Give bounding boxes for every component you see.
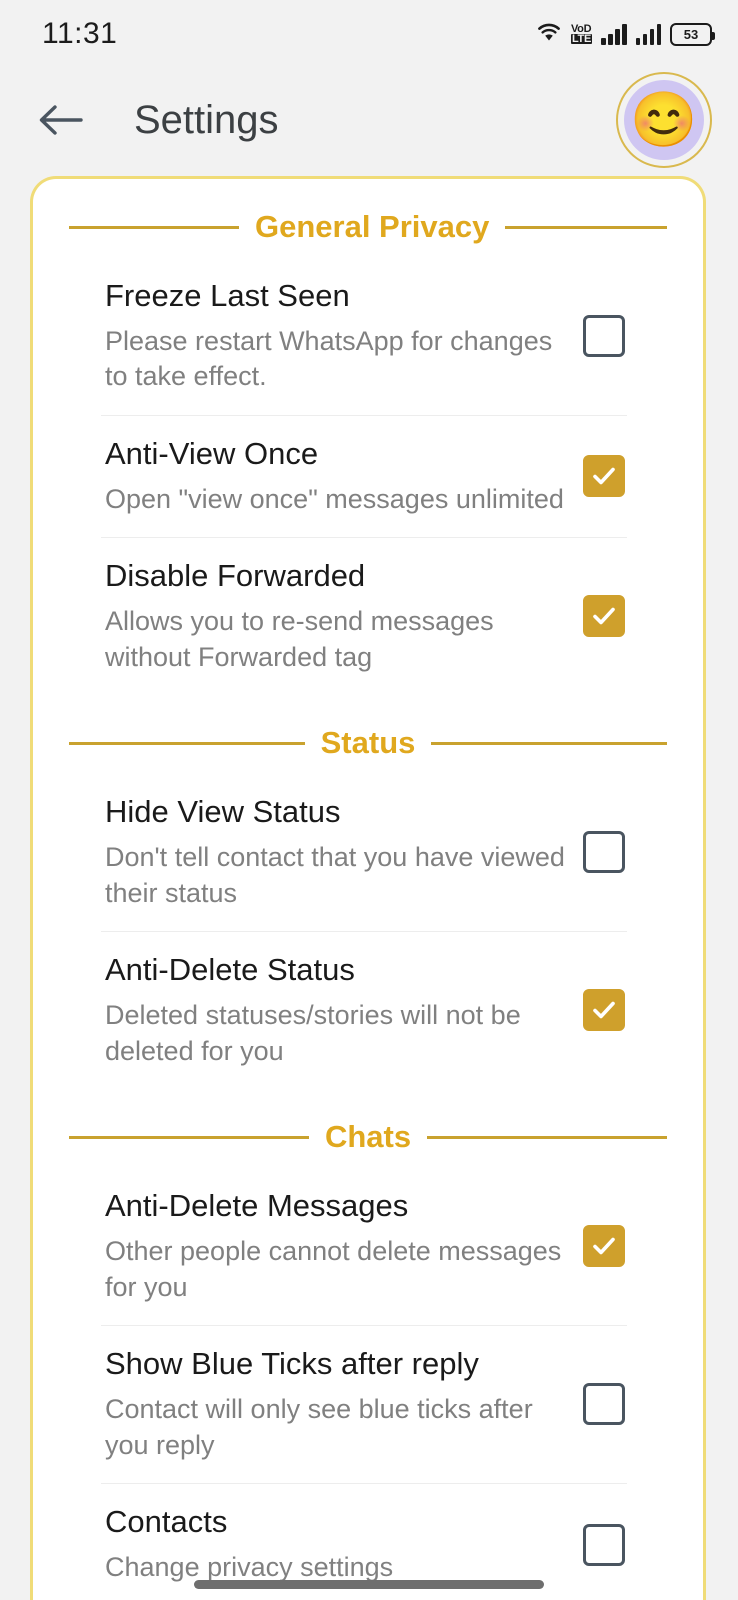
signal-bars-icon-1 — [601, 23, 627, 45]
section-rule-right — [427, 1135, 668, 1139]
back-arrow-icon[interactable] — [34, 94, 86, 146]
row-title: Contacts — [105, 1504, 228, 1540]
row-subtitle: Please restart WhatsApp for changes to t… — [105, 325, 553, 392]
section-rule-right — [505, 225, 667, 229]
avatar[interactable]: 😊 — [616, 72, 712, 168]
row-text: Disable Forwarded Allows you to re-send m… — [105, 557, 583, 675]
avatar-circle: 😊 — [624, 80, 704, 160]
section-rule-right — [431, 741, 667, 745]
section-rule-left — [69, 1135, 309, 1139]
smiling-face-icon: 😊 — [630, 90, 698, 150]
settings-row[interactable]: Anti-View Once Open "view once" messages … — [33, 415, 703, 537]
status-bar: 11:31 VoD LTE 53 — [0, 0, 738, 68]
section-title: Chats — [324, 1119, 412, 1155]
checkbox-checked[interactable] — [583, 595, 625, 638]
row-subtitle: Deleted statuses/stories will not be del… — [105, 1000, 521, 1066]
volte-label-bottom: LTE — [570, 33, 592, 45]
checkbox-checked[interactable] — [583, 455, 625, 498]
row-subtitle: Other people cannot delete messages for … — [105, 1236, 562, 1302]
row-text: Hide View Status Don't tell contact that … — [105, 793, 583, 911]
row-text: Contacts Change privacy settings — [105, 1503, 583, 1585]
row-title: Anti-Delete Messages — [105, 1188, 409, 1224]
status-time: 11:31 — [42, 17, 118, 50]
settings-row[interactable]: Show Blue Ticks after reply Contact will … — [33, 1325, 703, 1483]
section-rule-left — [69, 225, 239, 229]
section-title: Status — [320, 725, 416, 761]
settings-row[interactable]: Hide View Status Don't tell contact that … — [33, 773, 703, 931]
row-title: Hide View Status — [105, 794, 341, 830]
row-subtitle: Don't tell contact that you have viewed … — [105, 842, 565, 908]
battery-icon: 53 — [670, 22, 715, 46]
volte-icon: VoD LTE — [570, 23, 592, 45]
settings-card: General Privacy Freeze Last Seen Please re… — [30, 176, 706, 1600]
status-icons: VoD LTE 53 — [536, 21, 715, 48]
settings-row[interactable]: Anti-Delete Messages Other people cannot … — [33, 1167, 703, 1325]
row-text: Anti-View Once Open "view once" messages … — [105, 435, 583, 517]
section-rule-left — [69, 741, 305, 745]
section-header-general-privacy: General Privacy — [33, 209, 703, 245]
row-subtitle: Allows you to re-send messages without F… — [105, 606, 494, 672]
row-text: Anti-Delete Messages Other people cannot … — [105, 1187, 583, 1305]
row-text: Anti-Delete Status Deleted statuses/stori… — [105, 951, 583, 1069]
app-bar: Settings 😊 — [0, 68, 738, 172]
signal-bars-icon-2 — [635, 23, 661, 45]
wifi-icon — [536, 21, 562, 48]
checkbox-unchecked[interactable] — [583, 315, 625, 357]
settings-row[interactable]: Disable Forwarded Allows you to re-send m… — [33, 537, 703, 695]
row-text: Freeze Last Seen Please restart WhatsApp … — [105, 277, 583, 395]
page-title: Settings — [134, 97, 279, 142]
battery-level: 53 — [683, 26, 699, 42]
section-header-chats: Chats — [33, 1119, 703, 1155]
row-title: Freeze Last Seen — [105, 278, 350, 313]
row-title: Show Blue Ticks after reply — [105, 1346, 479, 1382]
gesture-nav-pill[interactable] — [194, 1580, 544, 1589]
checkbox-unchecked[interactable] — [583, 831, 625, 874]
row-title: Anti-View Once — [105, 436, 319, 471]
settings-row[interactable]: Freeze Last Seen Please restart WhatsApp … — [33, 257, 703, 415]
row-subtitle: Contact will only see blue ticks after y… — [105, 1394, 533, 1460]
row-subtitle: Open "view once" messages unlimited — [105, 483, 564, 514]
row-title: Anti-Delete Status — [105, 952, 355, 988]
settings-row[interactable]: Anti-Delete Status Deleted statuses/stori… — [33, 931, 703, 1089]
checkbox-checked[interactable] — [583, 989, 625, 1032]
checkbox-unchecked[interactable] — [583, 1523, 625, 1566]
section-title: General Privacy — [255, 209, 490, 244]
row-title: Disable Forwarded — [105, 558, 366, 594]
checkbox-checked[interactable] — [583, 1225, 625, 1268]
row-text: Show Blue Ticks after reply Contact will … — [105, 1345, 583, 1463]
checkbox-unchecked[interactable] — [583, 1383, 625, 1426]
section-header-status: Status — [33, 725, 703, 761]
